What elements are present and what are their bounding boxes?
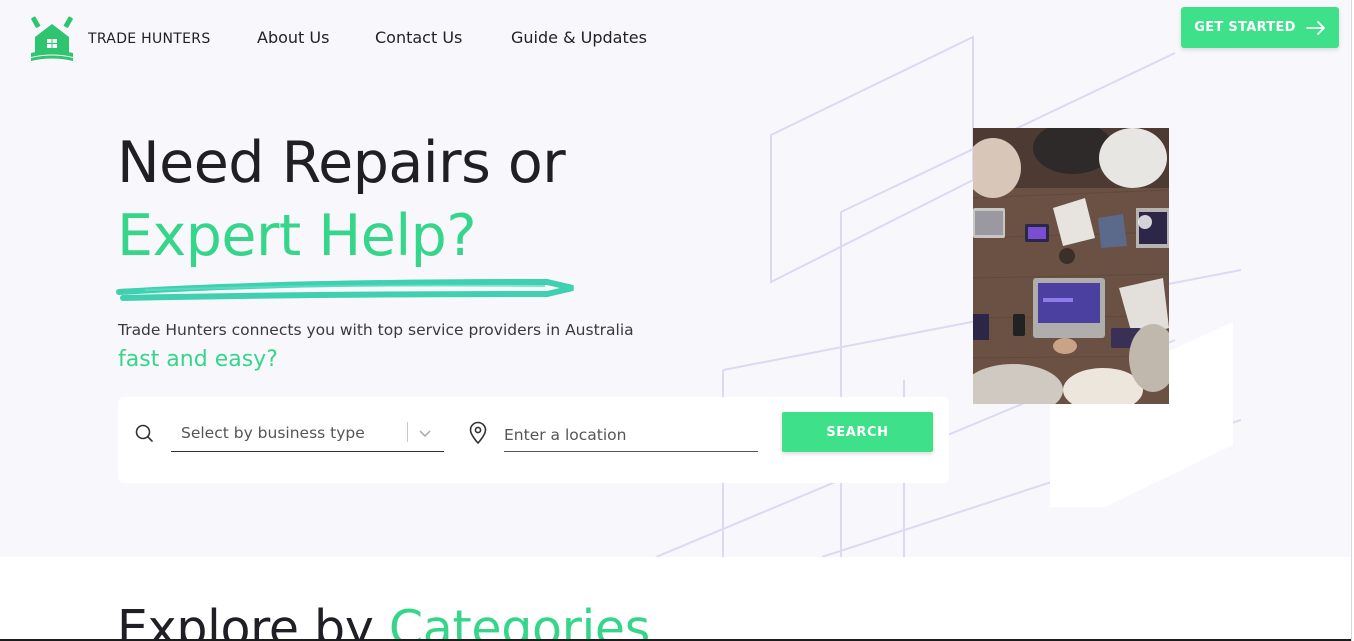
- search-icon: [135, 424, 153, 442]
- get-started-button[interactable]: GET STARTED: [1181, 7, 1339, 48]
- chevron-down-icon[interactable]: [418, 426, 432, 440]
- categories-title-prefix: Explore by: [117, 600, 374, 641]
- brand-name[interactable]: TRADE HUNTERS: [88, 31, 211, 47]
- select-divider: [407, 422, 408, 442]
- hero-title-line1: Need Repairs or: [117, 130, 566, 196]
- hero-title-line2: Expert Help?: [117, 203, 477, 269]
- hero-section: TRADE HUNTERS About Us Contact Us Guide …: [0, 0, 1351, 557]
- business-type-select[interactable]: Select by business type: [171, 416, 444, 452]
- location-pin-icon: [469, 421, 487, 445]
- house-tools-book-logo[interactable]: [27, 15, 77, 63]
- categories-heading: Explore by Categories: [117, 600, 650, 641]
- team-meeting-photo: [973, 128, 1169, 404]
- hero-subtitle-highlight: fast and easy?: [118, 347, 278, 372]
- nav-about-us[interactable]: About Us: [257, 28, 329, 47]
- hero-subtitle: Trade Hunters connects you with top serv…: [118, 321, 634, 339]
- brush-underline: [116, 278, 574, 301]
- arrow-right-icon: [1305, 20, 1325, 35]
- search-button[interactable]: SEARCH: [782, 412, 933, 452]
- categories-title-highlight: Categories: [388, 600, 650, 641]
- nav-guide-updates[interactable]: Guide & Updates: [511, 28, 647, 47]
- get-started-label: GET STARTED: [1194, 20, 1296, 35]
- nav-contact-us[interactable]: Contact Us: [375, 28, 462, 47]
- location-input[interactable]: [504, 416, 758, 452]
- business-type-placeholder: Select by business type: [181, 424, 365, 442]
